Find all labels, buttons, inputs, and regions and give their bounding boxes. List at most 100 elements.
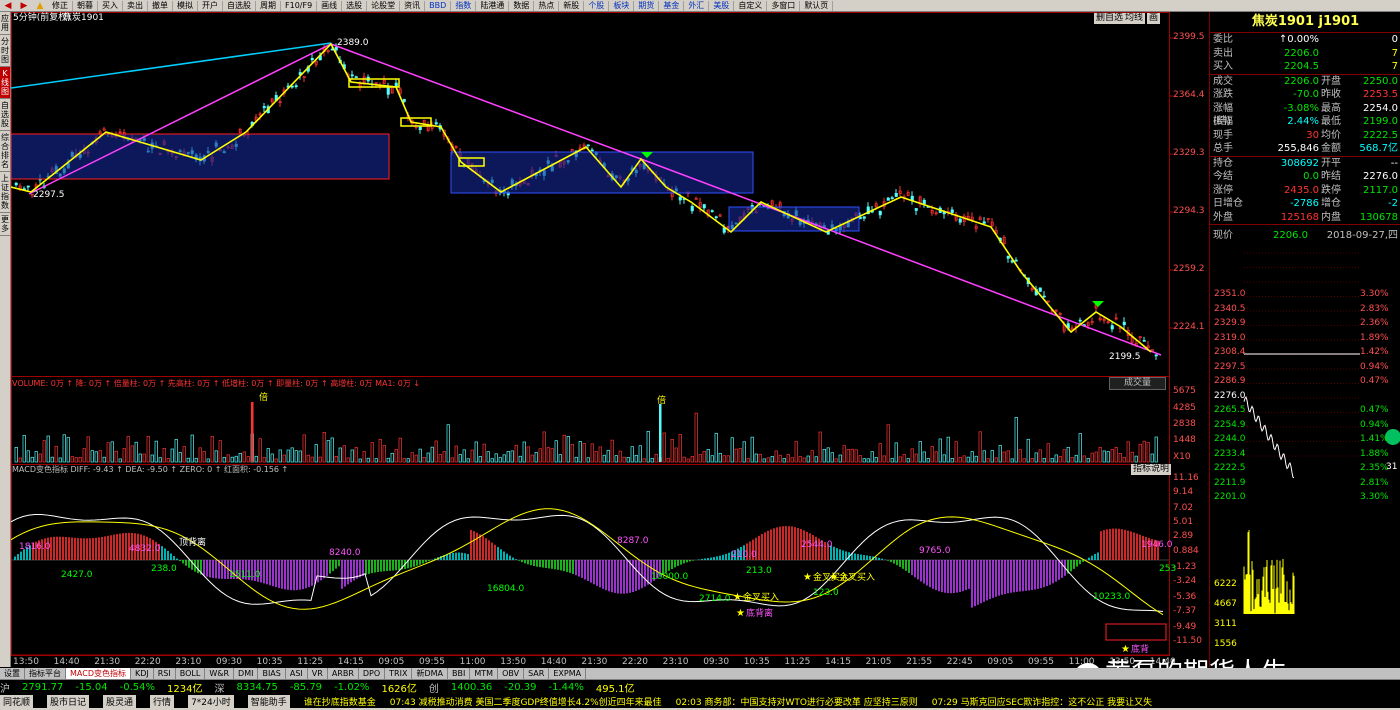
del-watchlist-button[interactable]: 删自选 (1094, 13, 1125, 24)
indicator-tab[interactable]: KDJ (131, 668, 154, 679)
toolbar-item[interactable]: 修正 (48, 1, 73, 11)
indicator-tab[interactable]: ASI (286, 668, 308, 679)
time-axis-label: 14:15 (338, 657, 364, 668)
toolbar-item[interactable]: 新股 (559, 1, 584, 11)
news-link[interactable]: 7*24小时 (188, 695, 234, 708)
indicator-tab[interactable]: EXPMA (549, 668, 586, 679)
indicator-tab[interactable]: 新DMA (412, 668, 448, 679)
candle-body (951, 210, 954, 213)
indicator-tab[interactable]: 指标平台 (25, 668, 66, 679)
signal-star-icon: ★ (803, 572, 812, 583)
sidebar-tab[interactable]: 分时图 (0, 35, 10, 67)
indicator-tab[interactable]: TRIX (385, 668, 412, 679)
news-link[interactable]: 谁在抄底指数基金 (304, 695, 376, 708)
volume-dropdown[interactable]: 成交量 (1109, 377, 1166, 390)
sidebar-tab[interactable]: K线图 (0, 67, 10, 99)
toolbar-item[interactable]: F10/F9 (281, 1, 317, 11)
toolbar-item[interactable]: 画线 (317, 1, 342, 11)
indicator-tab[interactable]: BOLL (176, 668, 206, 679)
quote-value: 2206.0 (1243, 47, 1321, 61)
indicator-tab[interactable]: OBV (498, 668, 524, 679)
toolbar-item[interactable]: 数据 (509, 1, 534, 11)
ma-button[interactable]: 均线 (1123, 13, 1145, 24)
sidebar-tab[interactable]: 应用 (0, 12, 10, 35)
toolbar-item[interactable]: 默认页 (800, 1, 833, 11)
toolbar-item[interactable]: 朝暮 (73, 1, 98, 11)
toolbar-item[interactable]: 个股 (584, 1, 609, 11)
toolbar-item[interactable]: 买入 (98, 1, 123, 11)
toolbar-item[interactable]: 撤单 (148, 1, 173, 11)
indicator-tab[interactable]: BIAS (258, 668, 285, 679)
forward-arrow-icon[interactable]: ▶ (18, 1, 30, 11)
news-item[interactable]: 07:29 马斯克回应SEC欺诈指控：这不公正 我要让又失 (932, 695, 1152, 708)
macd-axis-label: 11.16 (1173, 473, 1199, 484)
news-link[interactable]: 股灵通 (103, 695, 136, 708)
candle-body (715, 217, 718, 218)
indicator-help-button[interactable]: 指标说明 (1131, 464, 1171, 475)
draw-button[interactable]: 画 (1147, 13, 1160, 24)
indicator-tab[interactable]: RSI (154, 668, 176, 679)
sidebar-tab[interactable]: 自选股 (0, 99, 10, 131)
toolbar-item[interactable]: 期货 (634, 1, 659, 11)
mini-volume-label: 1556 (1214, 639, 1237, 650)
indicator-tab[interactable]: BBI (448, 668, 470, 679)
quote-value: 2204.5 (1243, 60, 1321, 74)
toolbar-item[interactable]: 美股 (709, 1, 734, 11)
indicator-tab[interactable]: MTM (470, 668, 498, 679)
toolbar-item[interactable]: 多窗口 (767, 1, 800, 11)
indicator-tab[interactable]: DPO (359, 668, 385, 679)
mini-pct-label: 0.94% (1360, 362, 1389, 373)
quote-value: 2199.0 (1353, 115, 1400, 129)
chart-area[interactable]: 5分钟(前复权) 焦炭1901 删自选 均线 画 2389.0 2297.5 2… (11, 12, 1206, 667)
indicator-tab[interactable]: ARBR (328, 668, 359, 679)
indicator-tab[interactable]: SAR (524, 668, 549, 679)
indicator-tab[interactable]: VR (308, 668, 328, 679)
toolbar-item[interactable]: 板块 (609, 1, 634, 11)
indicator-tab[interactable]: W&R (205, 668, 234, 679)
toolbar-item[interactable]: 周期 (256, 1, 281, 11)
toolbar-item[interactable]: 选股 (342, 1, 367, 11)
toolbar-item[interactable]: 外汇 (684, 1, 709, 11)
news-link[interactable]: 同花顺 (0, 695, 33, 708)
news-link[interactable]: 行情 (150, 695, 174, 708)
quote-label: 最低 (1321, 115, 1353, 129)
toolbar-item[interactable]: 陆港通 (476, 1, 509, 11)
sidebar-tab[interactable]: 上证指数 (0, 172, 10, 213)
toolbar-item[interactable]: 资讯 (400, 1, 425, 11)
toolbar-item[interactable]: 论股堂 (367, 1, 400, 11)
news-item[interactable]: 07:43 减税推动消费 美国二季度GDP终值增长4.2%创近四年来最佳 (390, 695, 662, 708)
current-price-value: 2206.0 (1273, 229, 1313, 243)
toolbar-item[interactable]: 自选股 (223, 1, 256, 11)
sidebar-tab[interactable]: 综合排名 (0, 131, 10, 172)
toolbar-item[interactable]: 指数 (451, 1, 476, 11)
toolbar-item[interactable]: BBD (425, 1, 451, 11)
sidebar-tab[interactable]: 更多 (0, 213, 10, 236)
quote-label: 均价 (1321, 129, 1353, 143)
news-link[interactable]: 股市日记 (47, 695, 89, 708)
toolbar-item[interactable]: 热点 (534, 1, 559, 11)
quote-trade-rows: 成交 2206.0 开盘 2250.0 涨跌 -70.0 昨收 2253.5 涨幅(结) -3.0… (1210, 75, 1400, 156)
indicator-tab[interactable]: MACD变色指标 (66, 668, 131, 679)
toolbar-item[interactable]: 模拟 (173, 1, 198, 11)
toolbar-item[interactable]: 开户 (198, 1, 223, 11)
candle-body (711, 211, 714, 212)
macd-value-label: 1946.0 (1141, 540, 1173, 551)
mini-price-label: 2340.5 (1214, 304, 1246, 315)
indicator-tab[interactable]: 设置 (0, 668, 25, 679)
indicator-tab[interactable]: DMI (234, 668, 258, 679)
candle-body (923, 200, 926, 204)
back-arrow-icon[interactable]: ◀ (2, 1, 14, 11)
macd-value-label: 213.0 (746, 566, 772, 577)
kline-chart[interactable] (11, 12, 1206, 667)
toolbar-item[interactable]: 自定义 (734, 1, 767, 11)
news-link[interactable]: 智能助手 (248, 695, 290, 708)
mini-price-label: 2286.9 (1214, 376, 1246, 387)
toolbar-item[interactable]: 基金 (659, 1, 684, 11)
toolbar-item[interactable]: 卖出 (123, 1, 148, 11)
news-item[interactable]: 02:03 商务部：中国支持对WTO进行必要改革 应坚持三原则 (676, 695, 918, 708)
candle-body (1079, 320, 1082, 321)
up-arrow-icon[interactable]: ▲ (34, 1, 46, 11)
mini-price-label: 2297.5 (1214, 362, 1246, 373)
quote-value: -3.08% (1243, 102, 1321, 116)
candle-body (355, 77, 358, 78)
